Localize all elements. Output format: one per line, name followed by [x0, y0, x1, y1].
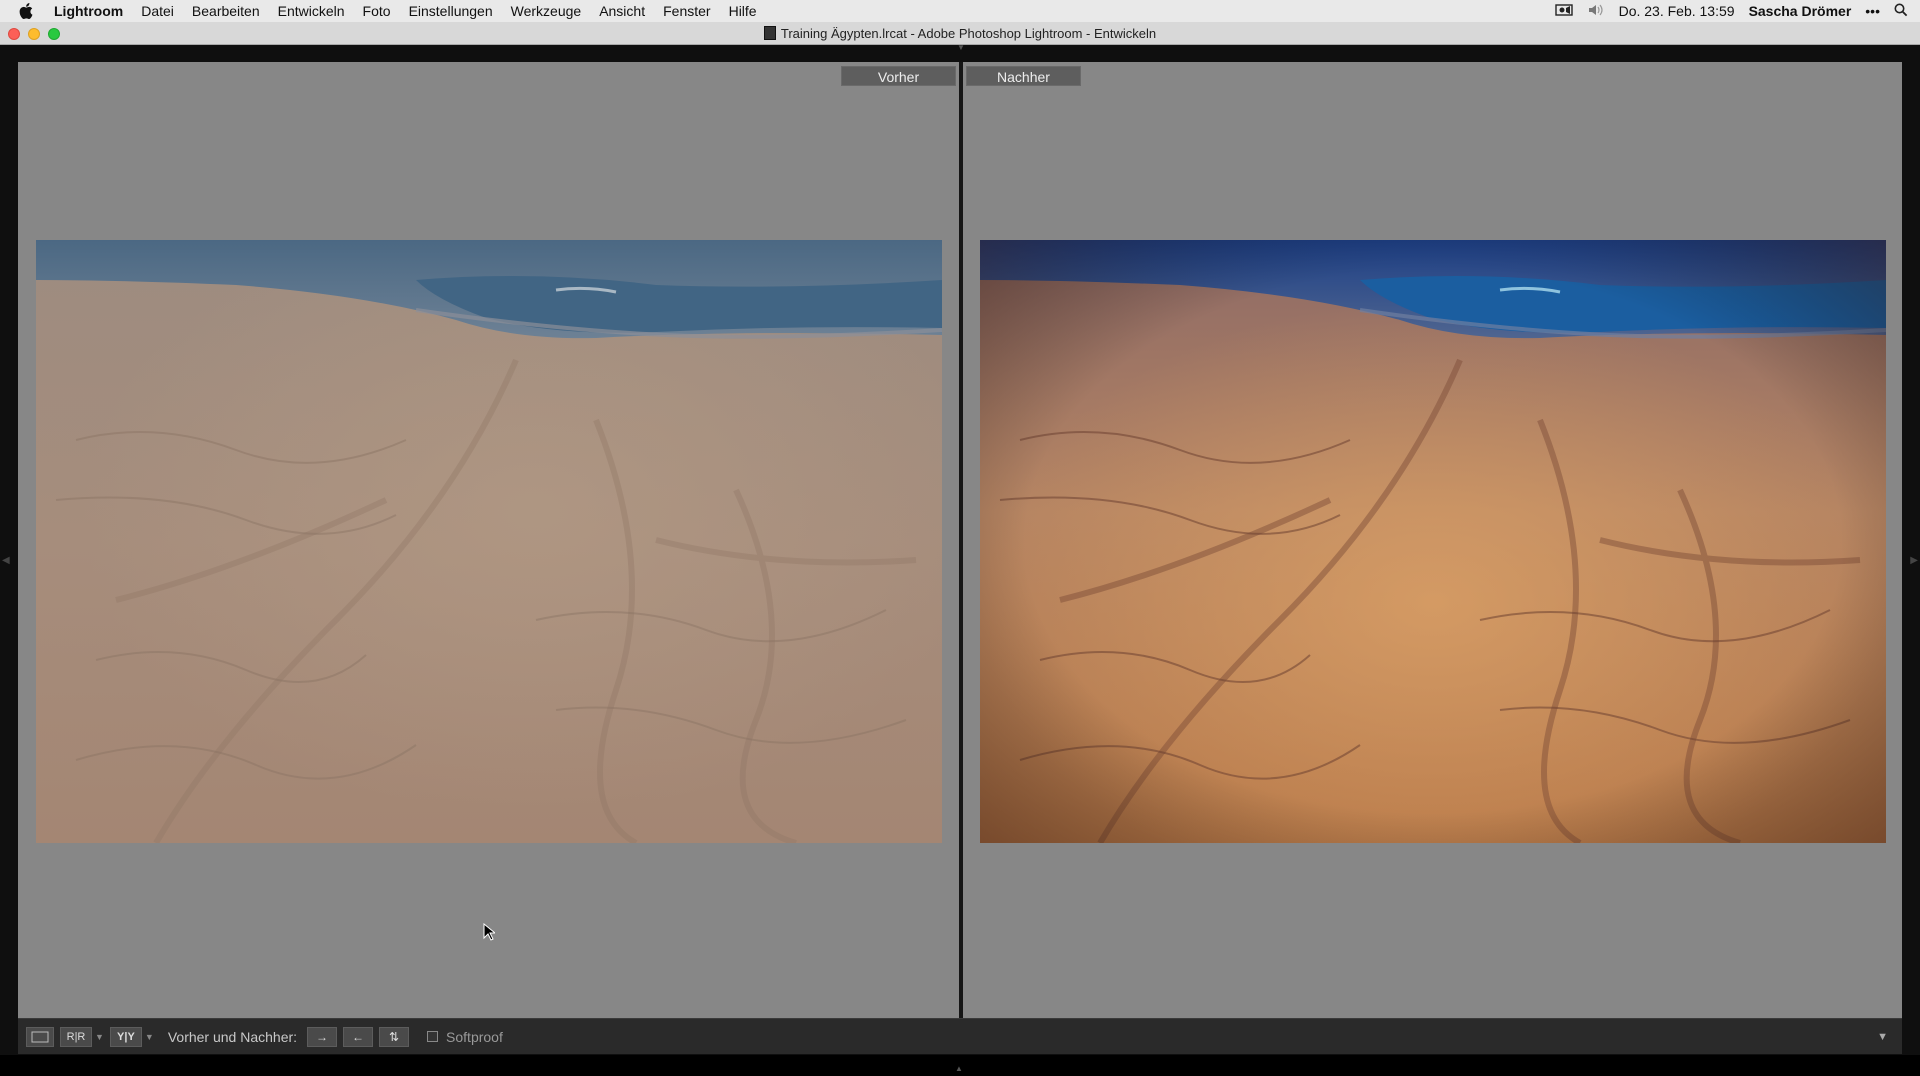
reference-view-button[interactable]: R|R — [60, 1026, 92, 1047]
copy-before-to-after-button[interactable]: → — [307, 1026, 338, 1047]
filmstrip-toggle-icon[interactable]: ▲ — [955, 1064, 963, 1073]
close-window-button[interactable] — [8, 28, 20, 40]
menu-fenster[interactable]: Fenster — [654, 0, 719, 22]
menu-datei[interactable]: Datei — [132, 0, 183, 22]
apple-menu-icon[interactable] — [0, 3, 52, 19]
toolbar-content-menu-icon[interactable]: ▼ — [1877, 1031, 1888, 1043]
screen-recording-icon[interactable] — [1554, 3, 1573, 20]
menu-werkzeuge[interactable]: Werkzeuge — [502, 0, 591, 22]
spotlight-search-icon[interactable] — [1894, 3, 1908, 20]
menu-bar-status-area: Do. 23. Feb. 13:59 Sascha Drömer ••• — [1554, 3, 1920, 20]
after-label: Nachher — [966, 66, 1081, 86]
copy-after-to-before-button[interactable]: ← — [343, 1026, 374, 1047]
menu-hilfe[interactable]: Hilfe — [720, 0, 766, 22]
before-after-label: Vorher und Nachher: — [167, 1028, 298, 1045]
maximize-window-button[interactable] — [48, 28, 60, 40]
top-panel-toggle-icon[interactable]: ▼ — [955, 44, 967, 52]
after-photo[interactable] — [980, 240, 1886, 843]
develop-toolbar: R|R ▼ Y|Y ▼ Vorher und Nachher: → ← ⇅ So… — [18, 1018, 1902, 1054]
minimize-window-button[interactable] — [28, 28, 40, 40]
right-panel-toggle-icon[interactable]: ▶ — [1910, 555, 1918, 566]
menu-bar: Lightroom Datei Bearbeiten Entwickeln Fo… — [0, 0, 1920, 22]
window-title-bar: Training Ägypten.lrcat - Adobe Photoshop… — [0, 22, 1920, 45]
loupe-view-button[interactable] — [26, 1026, 54, 1047]
more-icon[interactable]: ••• — [1865, 3, 1880, 19]
after-pane: Nachher — [963, 62, 1902, 1018]
loupe-view-icon — [31, 1031, 49, 1042]
before-after-mode-dropdown-icon[interactable]: ▼ — [145, 1032, 154, 1042]
reference-view-dropdown-icon[interactable]: ▼ — [95, 1032, 104, 1042]
volume-icon[interactable] — [1587, 3, 1605, 20]
menu-entwickeln[interactable]: Entwickeln — [269, 0, 354, 22]
left-panel-toggle-icon[interactable]: ◀ — [2, 555, 10, 566]
before-pane: Vorher — [18, 62, 959, 1018]
clock[interactable]: Do. 23. Feb. 13:59 — [1619, 3, 1735, 19]
before-label: Vorher — [841, 66, 956, 86]
menu-bearbeiten[interactable]: Bearbeiten — [183, 0, 269, 22]
develop-workarea: ▼ ◀ ▶ Vorher Nachher R|R ▼ Y|Y ▼ Vorher … — [0, 44, 1920, 1055]
swap-before-after-button[interactable]: ⇅ — [379, 1026, 410, 1047]
mouse-cursor-icon — [483, 922, 497, 946]
window-controls — [8, 28, 60, 40]
before-after-view-button[interactable]: Y|Y — [109, 1026, 142, 1047]
document-icon — [763, 26, 776, 40]
user-name[interactable]: Sascha Drömer — [1749, 3, 1852, 19]
menu-foto[interactable]: Foto — [354, 0, 400, 22]
window-title: Training Ägypten.lrcat - Adobe Photoshop… — [780, 25, 1157, 41]
menu-ansicht[interactable]: Ansicht — [590, 0, 654, 22]
before-photo[interactable] — [36, 240, 942, 843]
softproof-label[interactable]: Softproof — [446, 1029, 503, 1045]
softproof-checkbox[interactable] — [427, 1031, 439, 1042]
menu-einstellungen[interactable]: Einstellungen — [400, 0, 502, 22]
menu-app-lightroom[interactable]: Lightroom — [52, 0, 132, 22]
